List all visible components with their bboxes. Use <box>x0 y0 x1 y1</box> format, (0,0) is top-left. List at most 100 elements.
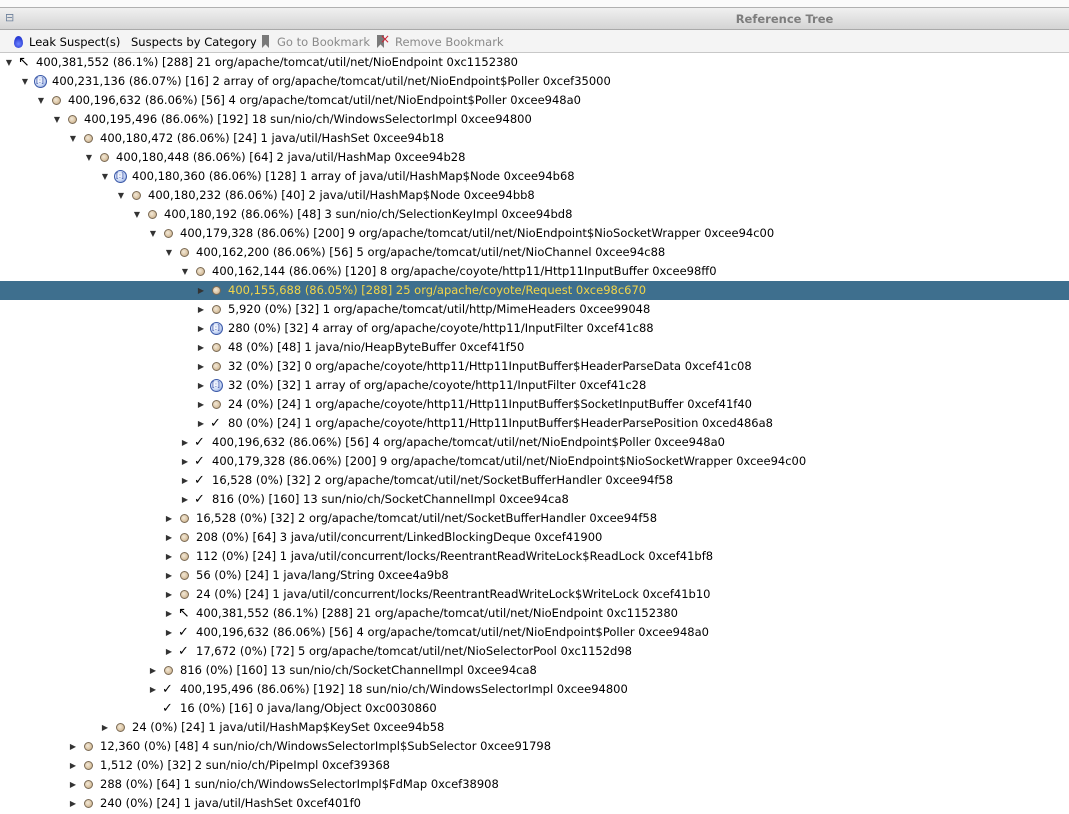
tree-row[interactable]: ▶ 400,381,552 (86.1%) [288] 21 org/apache… <box>0 604 1069 623</box>
tree-row[interactable]: ▼ 400,180,472 (86.06%) [24] 1 java/util/H… <box>0 129 1069 148</box>
tree-row[interactable]: ▶ 12,360 (0%) [48] 4 sun/nio/ch/WindowsSe… <box>0 737 1069 756</box>
expand-toggle-icon[interactable]: ▶ <box>180 471 190 490</box>
expand-toggle-icon[interactable]: ▶ <box>164 528 174 547</box>
tree-row[interactable]: ▶ 32 (0%) [32] 1 array of org/apache/coyo… <box>0 376 1069 395</box>
collapse-toggle-icon[interactable]: ▼ <box>52 110 62 129</box>
tree-row-label: 400,195,496 (86.06%) [192] 18 sun/nio/ch… <box>84 112 532 126</box>
expand-toggle-icon[interactable]: ▶ <box>196 300 206 319</box>
tree-row[interactable]: ▶ 16,528 (0%) [32] 2 org/apache/tomcat/ut… <box>0 471 1069 490</box>
tree-row[interactable]: ▶ 32 (0%) [32] 0 org/apache/coyote/http11… <box>0 357 1069 376</box>
tree-row[interactable]: ▶ 400,196,632 (86.06%) [56] 4 org/apache/… <box>0 623 1069 642</box>
tree-row[interactable]: ▼ 400,195,496 (86.06%) [192] 18 sun/nio/c… <box>0 110 1069 129</box>
collapse-toggle-icon[interactable]: ▼ <box>100 167 110 186</box>
tree-row[interactable]: ▶ 816 (0%) [160] 13 sun/nio/ch/SocketChan… <box>0 490 1069 509</box>
tree-row[interactable]: ▼ 400,180,232 (86.06%) [40] 2 java/util/H… <box>0 186 1069 205</box>
expand-toggle-icon[interactable]: ▶ <box>164 623 174 642</box>
collapse-toggle-icon[interactable]: ▼ <box>4 53 14 72</box>
tree-row[interactable]: ▼ 400,179,328 (86.06%) [200] 9 org/apache… <box>0 224 1069 243</box>
tree-row[interactable]: ▶ 1,512 (0%) [32] 2 sun/nio/ch/PipeImpl 0… <box>0 756 1069 775</box>
collapse-toggle-icon[interactable]: ▼ <box>148 224 158 243</box>
tree-row[interactable]: ▼ 400,180,448 (86.06%) [64] 2 java/util/H… <box>0 148 1069 167</box>
collapse-toggle-icon[interactable]: ▼ <box>180 262 190 281</box>
expand-toggle-icon[interactable]: ▶ <box>196 281 206 300</box>
expand-toggle-icon[interactable]: ▶ <box>164 509 174 528</box>
tree-row[interactable]: ▶ 208 (0%) [64] 3 java/util/concurrent/Li… <box>0 528 1069 547</box>
expand-toggle-icon[interactable]: ▶ <box>148 661 158 680</box>
tree-row[interactable]: ▼ 400,162,144 (86.06%) [120] 8 org/apache… <box>0 262 1069 281</box>
tree-row-label: 24 (0%) [24] 1 org/apache/coyote/http11/… <box>228 397 752 411</box>
tree-row[interactable]: ▶ 816 (0%) [160] 13 sun/nio/ch/SocketChan… <box>0 661 1069 680</box>
tree-row[interactable]: ▶ 112 (0%) [24] 1 java/util/concurrent/lo… <box>0 547 1069 566</box>
leak-suspects-label: Leak Suspect(s) <box>29 35 121 49</box>
tree-row[interactable]: ▶ 240 (0%) [24] 1 java/util/HashSet 0xcef… <box>0 794 1069 813</box>
tree-row[interactable]: ▶ 400,196,632 (86.06%) [56] 4 org/apache/… <box>0 433 1069 452</box>
expand-toggle-icon[interactable]: ▶ <box>196 319 206 338</box>
expand-toggle-icon[interactable]: ▶ <box>68 775 78 794</box>
expand-toggle-icon[interactable]: ▶ <box>68 737 78 756</box>
remove-bookmark-button[interactable]: Remove Bookmark <box>377 31 504 50</box>
tree-row[interactable]: ▼ 400,231,136 (86.07%) [16] 2 array of or… <box>0 72 1069 91</box>
tree-row[interactable]: ▶ 16,528 (0%) [32] 2 org/apache/tomcat/ut… <box>0 509 1069 528</box>
collapse-toggle-icon[interactable]: ▼ <box>84 148 94 167</box>
tree-row-label: 1,512 (0%) [32] 2 sun/nio/ch/PipeImpl 0x… <box>100 758 390 772</box>
tree-row[interactable]: ▶ 24 (0%) [24] 1 java/util/concurrent/loc… <box>0 585 1069 604</box>
collapse-toggle-icon[interactable]: ▼ <box>116 186 126 205</box>
tree-row-label: 400,180,232 (86.06%) [40] 2 java/util/Ha… <box>148 188 535 202</box>
remove-bookmark-icon <box>377 31 390 48</box>
expand-toggle-icon[interactable]: ▶ <box>100 718 110 737</box>
expand-toggle-icon[interactable]: ▶ <box>196 414 206 433</box>
expand-toggle-icon[interactable]: ▶ <box>196 395 206 414</box>
object-icon <box>98 148 112 167</box>
collapse-toggle-icon[interactable]: ▼ <box>20 72 30 91</box>
expand-toggle-icon[interactable]: ▶ <box>164 547 174 566</box>
collapse-toggle-icon[interactable]: ▼ <box>164 243 174 262</box>
tree-row[interactable]: ▶ 17,672 (0%) [72] 5 org/apache/tomcat/ut… <box>0 642 1069 661</box>
object-icon <box>146 205 160 224</box>
expand-toggle-icon[interactable]: ▶ <box>164 566 174 585</box>
tree-row[interactable]: ▶ 56 (0%) [24] 1 java/lang/String 0xcee4a… <box>0 566 1069 585</box>
tree-row[interactable]: ▶ 24 (0%) [24] 1 java/util/HashMap$KeySet… <box>0 718 1069 737</box>
array-icon <box>114 167 128 186</box>
tree-row[interactable]: ▼ 400,381,552 (86.1%) [288] 21 org/apache… <box>0 53 1069 72</box>
tree-row[interactable]: ▶ 288 (0%) [64] 1 sun/nio/ch/WindowsSelec… <box>0 775 1069 794</box>
tree-row[interactable]: ▼ 400,180,360 (86.06%) [128] 1 array of j… <box>0 167 1069 186</box>
object-icon <box>82 794 96 813</box>
expand-toggle-icon[interactable]: ▶ <box>196 376 206 395</box>
tree-row-label: 400,179,328 (86.06%) [200] 9 org/apache/… <box>180 226 775 240</box>
tree-row[interactable]: ▶ 400,179,328 (86.06%) [200] 9 org/apache… <box>0 452 1069 471</box>
suspects-by-category-button[interactable]: Suspects by Category <box>131 34 257 50</box>
expand-toggle-icon[interactable]: ▶ <box>180 452 190 471</box>
collapse-toggle-icon[interactable]: ▼ <box>68 129 78 148</box>
tree-row[interactable]: ▼ 400,180,192 (86.06%) [48] 3 sun/nio/ch/… <box>0 205 1069 224</box>
expand-toggle-icon[interactable]: ▶ <box>68 756 78 775</box>
expand-toggle-icon[interactable]: ▶ <box>68 794 78 813</box>
outgoing-reference-icon <box>178 604 192 623</box>
tree-row[interactable]: ▶ 48 (0%) [48] 1 java/nio/HeapByteBuffer … <box>0 338 1069 357</box>
tree-row-selected[interactable]: ▶ 400,155,688 (86.05%) [288] 25 org/apach… <box>0 281 1069 300</box>
tree-row[interactable]: ▶ 5,920 (0%) [32] 1 org/apache/tomcat/uti… <box>0 300 1069 319</box>
tree-row[interactable]: ▶ 280 (0%) [32] 4 array of org/apache/coy… <box>0 319 1069 338</box>
view-title: Reference Tree <box>735 12 834 26</box>
checkmark-icon <box>194 471 208 490</box>
leak-suspects-button[interactable]: Leak Suspect(s) <box>14 34 120 50</box>
expand-toggle-icon[interactable]: ▶ <box>164 642 174 661</box>
collapse-toggle-icon[interactable]: ▼ <box>132 205 142 224</box>
expand-toggle-icon[interactable]: ▶ <box>180 433 190 452</box>
tree-row[interactable]: 16 (0%) [16] 0 java/lang/Object 0xc00308… <box>0 699 1069 718</box>
tree-row[interactable]: ▶ 80 (0%) [24] 1 org/apache/coyote/http11… <box>0 414 1069 433</box>
object-icon <box>162 661 176 680</box>
tree-row-label: 24 (0%) [24] 1 java/util/concurrent/lock… <box>196 587 711 601</box>
expand-toggle-icon[interactable]: ▶ <box>180 490 190 509</box>
tree-row[interactable]: ▶ 24 (0%) [24] 1 org/apache/coyote/http11… <box>0 395 1069 414</box>
go-to-bookmark-button[interactable]: Go to Bookmark <box>262 34 370 50</box>
expand-toggle-icon[interactable]: ▶ <box>148 680 158 699</box>
expand-toggle-icon[interactable]: ▶ <box>196 357 206 376</box>
array-icon <box>210 376 224 395</box>
tree-row[interactable]: ▼ 400,162,200 (86.06%) [56] 5 org/apache/… <box>0 243 1069 262</box>
collapse-toggle-icon[interactable]: ▼ <box>36 91 46 110</box>
expand-toggle-icon[interactable]: ▶ <box>164 604 174 623</box>
expand-toggle-icon[interactable]: ▶ <box>196 338 206 357</box>
tree-row[interactable]: ▼ 400,196,632 (86.06%) [56] 4 org/apache/… <box>0 91 1069 110</box>
tree-row[interactable]: ▶ 400,195,496 (86.06%) [192] 18 sun/nio/c… <box>0 680 1069 699</box>
expand-toggle-icon[interactable]: ▶ <box>164 585 174 604</box>
